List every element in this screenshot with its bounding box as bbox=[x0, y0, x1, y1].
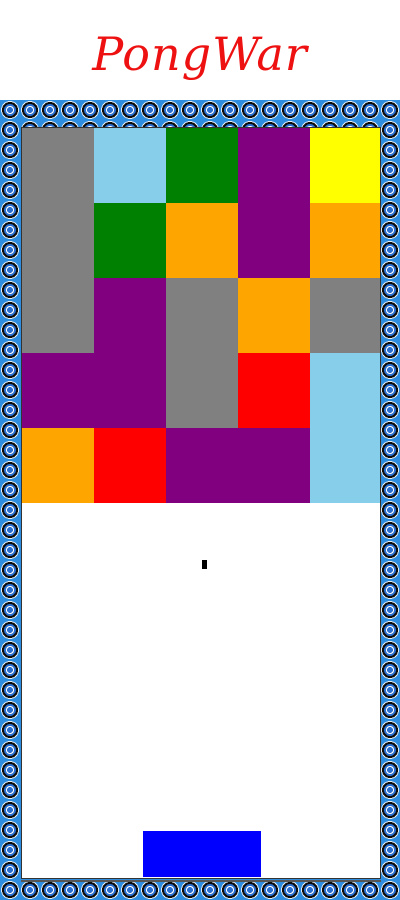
brick bbox=[94, 278, 166, 428]
brick bbox=[166, 128, 238, 203]
brick bbox=[94, 203, 166, 278]
brick bbox=[238, 353, 310, 428]
brick bbox=[94, 128, 166, 203]
game-board[interactable] bbox=[21, 127, 381, 879]
brick bbox=[310, 353, 380, 503]
brick bbox=[166, 278, 238, 428]
brick bbox=[166, 203, 238, 278]
brick bbox=[238, 278, 310, 353]
brick bbox=[22, 128, 94, 353]
brick bbox=[94, 428, 166, 503]
brick bbox=[238, 128, 310, 278]
board-bottom-edge bbox=[21, 880, 381, 882]
ball bbox=[202, 560, 207, 569]
brick bbox=[310, 278, 380, 353]
brick bbox=[310, 203, 380, 278]
paddle[interactable] bbox=[143, 831, 261, 877]
brick bbox=[22, 428, 94, 503]
game-title: PongWar bbox=[92, 27, 308, 81]
brick bbox=[166, 428, 310, 503]
brick bbox=[22, 353, 94, 428]
brick bbox=[310, 128, 380, 203]
